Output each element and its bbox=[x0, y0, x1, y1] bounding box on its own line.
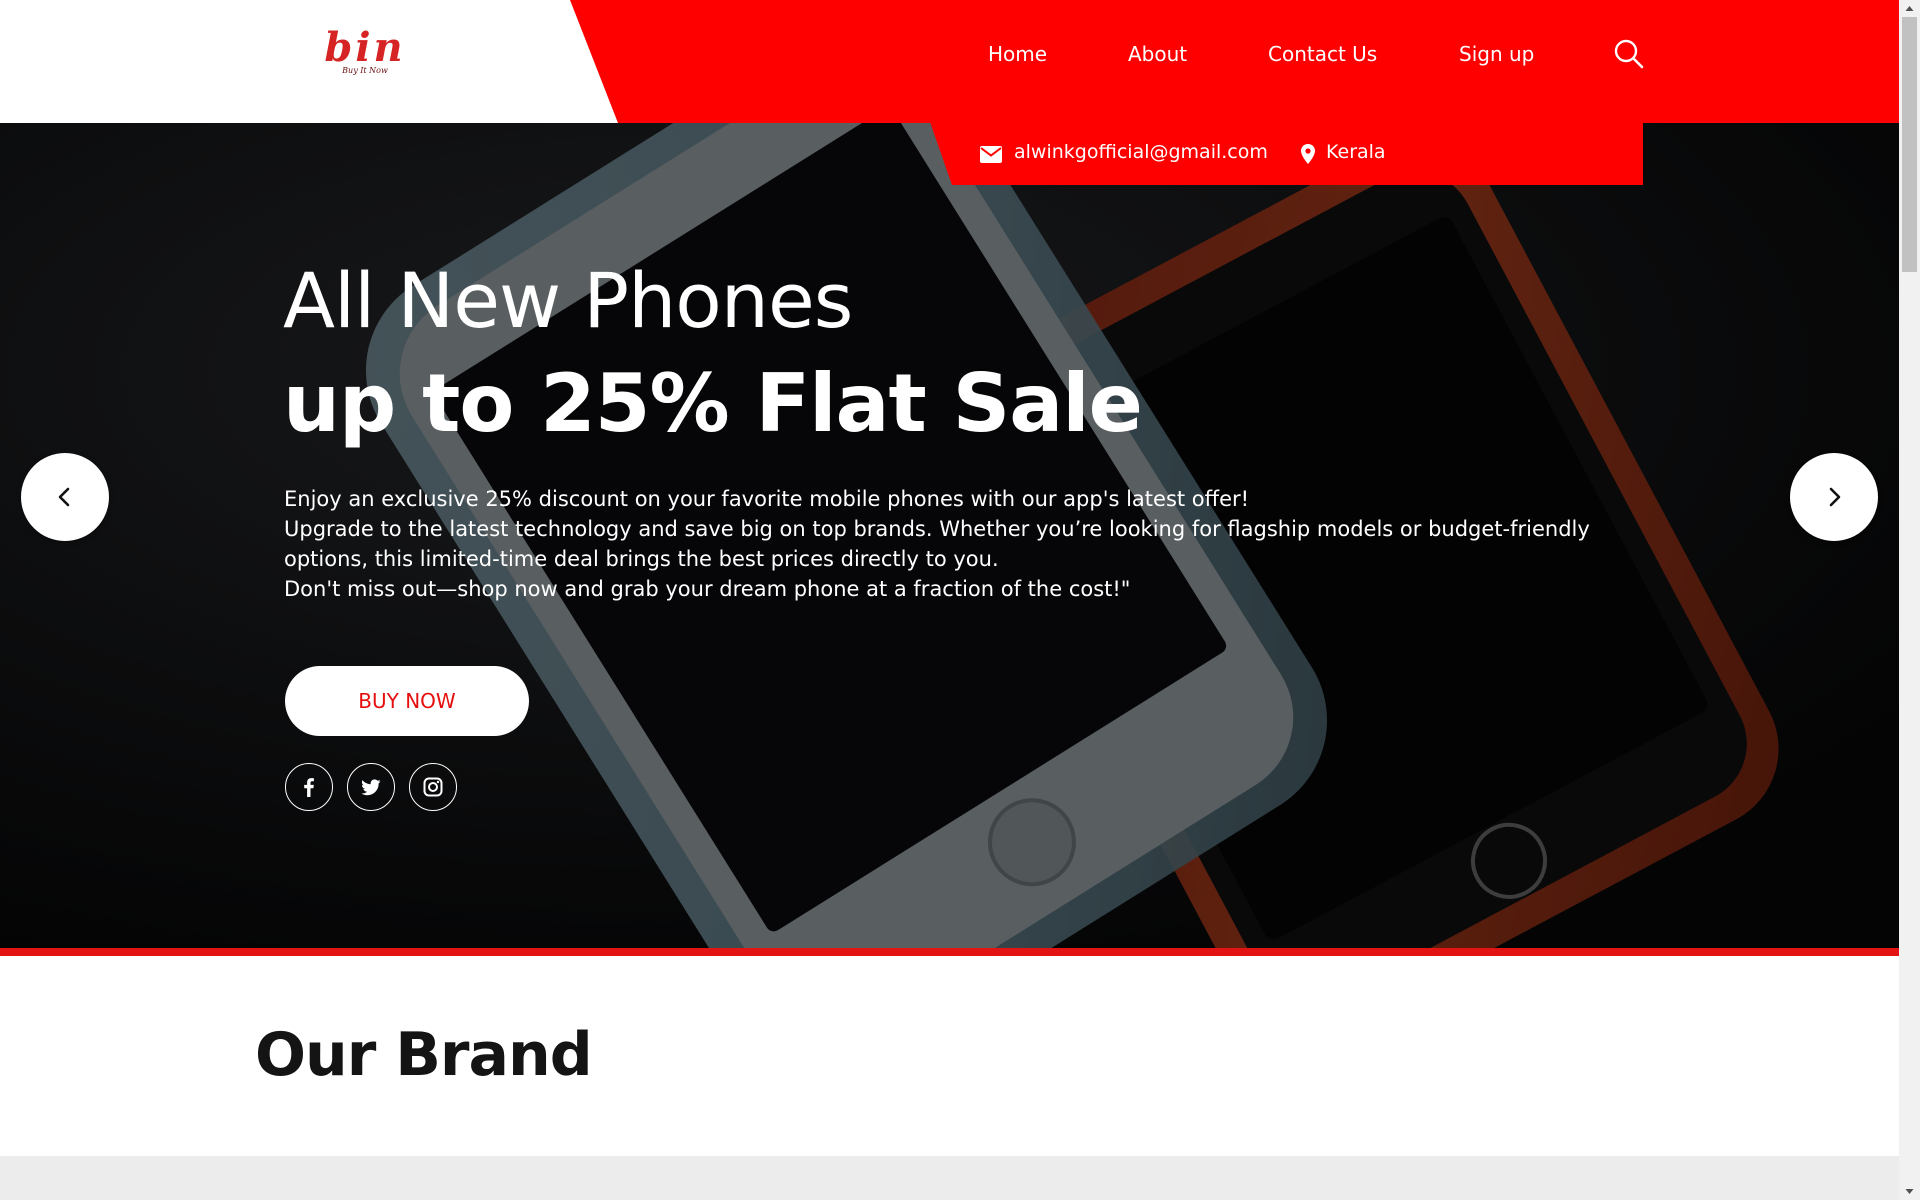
contact-email[interactable]: alwinkgofficial@gmail.com bbox=[1014, 138, 1268, 166]
twitter-icon bbox=[361, 779, 381, 796]
nav-contact-us[interactable]: Contact Us bbox=[1268, 40, 1377, 68]
twitter-link[interactable] bbox=[347, 763, 395, 811]
instagram-icon bbox=[423, 777, 443, 797]
nav-about[interactable]: About bbox=[1128, 40, 1187, 68]
arrow-up-icon bbox=[1905, 6, 1914, 11]
hero-title-line2: up to 25% Flat Sale bbox=[283, 357, 1143, 450]
nav-home[interactable]: Home bbox=[988, 40, 1047, 68]
arrow-down-icon bbox=[1905, 1189, 1914, 1194]
facebook-link[interactable] bbox=[285, 763, 333, 811]
buy-now-button[interactable]: BUY NOW bbox=[285, 666, 529, 736]
search-icon bbox=[1614, 39, 1644, 69]
section-title-our-brand: Our Brand bbox=[255, 1020, 593, 1090]
site-header: bin Buy It Now Home About Contact Us Sig… bbox=[0, 0, 1899, 123]
mail-icon bbox=[980, 146, 1002, 163]
instagram-link[interactable] bbox=[409, 763, 457, 811]
facebook-icon bbox=[304, 778, 314, 797]
hero-description-line: Upgrade to the latest technology and sav… bbox=[284, 517, 1590, 541]
hero-divider bbox=[0, 948, 1899, 956]
logo-text: bin bbox=[324, 24, 406, 71]
chevron-left-icon bbox=[58, 487, 70, 507]
contact-info-bar: alwinkgofficial@gmail.com Kerala bbox=[930, 122, 1643, 185]
logo[interactable]: bin Buy It Now bbox=[300, 28, 430, 78]
scroll-up-button[interactable] bbox=[1899, 0, 1920, 17]
slider-next-button[interactable] bbox=[1790, 453, 1878, 541]
hero-title-line1: All New Phones bbox=[283, 256, 853, 345]
slider-prev-button[interactable] bbox=[21, 453, 109, 541]
hero-description-line: Enjoy an exclusive 25% discount on your … bbox=[284, 487, 1250, 511]
nav-sign-up[interactable]: Sign up bbox=[1459, 40, 1534, 68]
vertical-scrollbar[interactable] bbox=[1899, 0, 1920, 1200]
scroll-down-button[interactable] bbox=[1899, 1183, 1920, 1200]
hero-description-line: Don't miss out—shop now and grab your dr… bbox=[284, 577, 1131, 601]
search-button[interactable] bbox=[1613, 38, 1645, 70]
brand-strip bbox=[0, 1156, 1899, 1200]
logo-tagline: Buy It Now bbox=[342, 66, 388, 75]
scrollbar-thumb[interactable] bbox=[1902, 17, 1917, 272]
chevron-right-icon bbox=[1829, 487, 1841, 507]
contact-location: Kerala bbox=[1326, 141, 1386, 163]
hero-description-line: options, this limited-time deal brings t… bbox=[284, 547, 999, 571]
hero-description: Enjoy an exclusive 25% discount on your … bbox=[284, 484, 1624, 604]
header-red-band bbox=[570, 0, 1899, 123]
location-pin-icon bbox=[1301, 144, 1315, 164]
page: bin Buy It Now Home About Contact Us Sig… bbox=[0, 0, 1899, 1200]
